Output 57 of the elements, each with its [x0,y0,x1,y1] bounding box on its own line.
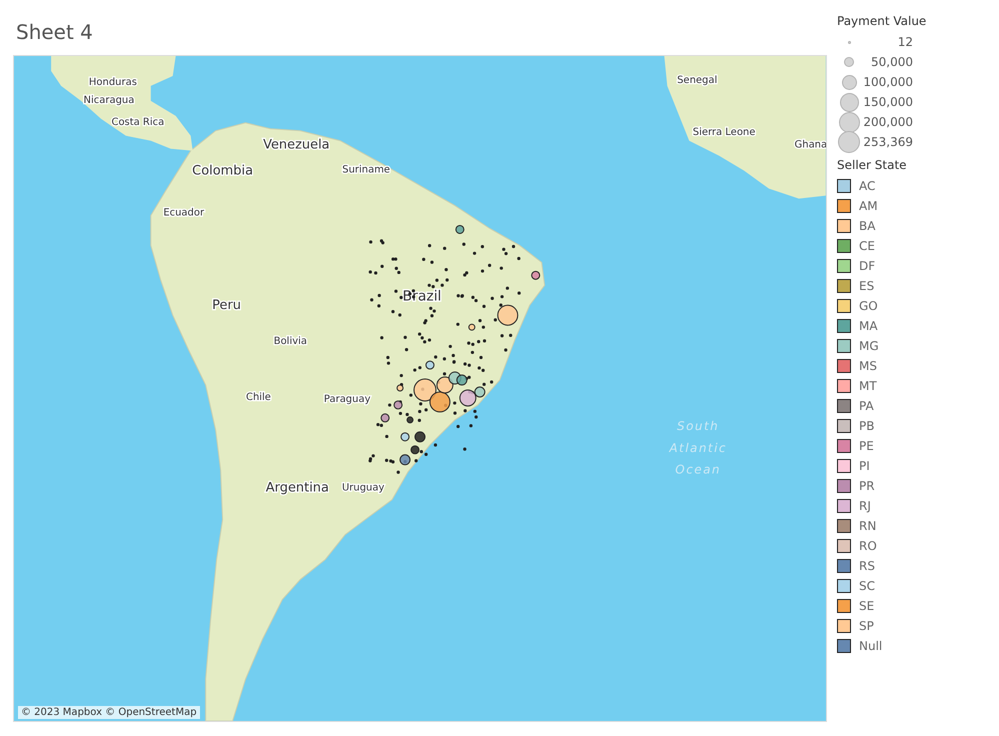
size-circle-icon [838,112,860,132]
legend-label: MG [859,339,879,353]
map-label: Sierra Leone [692,126,756,138]
legend-label: BA [859,219,876,233]
legend-label: 200,000 [863,115,913,129]
legend-label: RN [859,519,876,533]
map-label: Costa Rica [111,116,164,128]
legend-label: Null [859,639,882,653]
map-label: Uruguay [342,482,384,494]
legend-label: RJ [859,499,871,513]
legend-label: CE [859,239,875,253]
legend-label: SE [859,599,874,613]
legend-label: PB [859,419,874,433]
legend-title: Seller State [837,158,908,172]
legend-label: PR [859,479,875,493]
legend-label: PA [859,399,874,413]
legend-label: 100,000 [863,75,913,89]
map-label: Bolivia [274,336,308,348]
legend-label: RO [859,539,877,553]
legend-label: ES [859,279,874,293]
map-label: Senegal [677,74,718,86]
map-label: Ghana [794,140,826,151]
size-circle-icon [838,131,860,153]
ocean-label: South Atlantic Ocean [669,418,727,477]
sheet-title: Sheet 4 [15,19,94,46]
legend-label: SP [859,619,874,633]
map-label: Paraguay [324,394,370,405]
legend-label: 150,000 [863,95,913,109]
size-circle-icon [844,57,854,67]
legend-label: DF [859,259,876,273]
map-label: Venezuela [263,138,330,153]
legend-label: RS [859,559,875,573]
map-label: Chile [246,392,271,403]
legend-label: MT [859,379,877,393]
map-label: Ecuador [163,208,204,219]
map-label: Argentina [266,480,329,496]
legend-label: MA [859,319,878,333]
legend-label: AM [859,199,878,213]
legend-label: SC [859,579,875,593]
map-attribution: © 2023 Mapbox © OpenStreetMap [18,706,200,719]
map-label: Colombia [192,164,254,179]
legend-label: 50,000 [871,55,913,69]
legend-label: PE [859,439,874,453]
legend-label: AC [859,179,876,193]
legend-label: 12 [898,35,913,49]
map-label: Honduras [88,76,137,88]
legend-label: PI [859,459,870,473]
size-circle-icon [848,40,850,44]
legend-label: 253,369 [863,135,913,149]
legend-label: GO [859,299,878,313]
legend-title: Payment Value [837,14,928,28]
size-circle-icon [840,92,858,112]
map-label: Peru [212,298,241,314]
legend-label: MS [859,359,877,373]
map-label: Suriname [342,164,390,176]
size-circle-icon [842,74,856,90]
map-label: Nicaragua [84,94,134,106]
